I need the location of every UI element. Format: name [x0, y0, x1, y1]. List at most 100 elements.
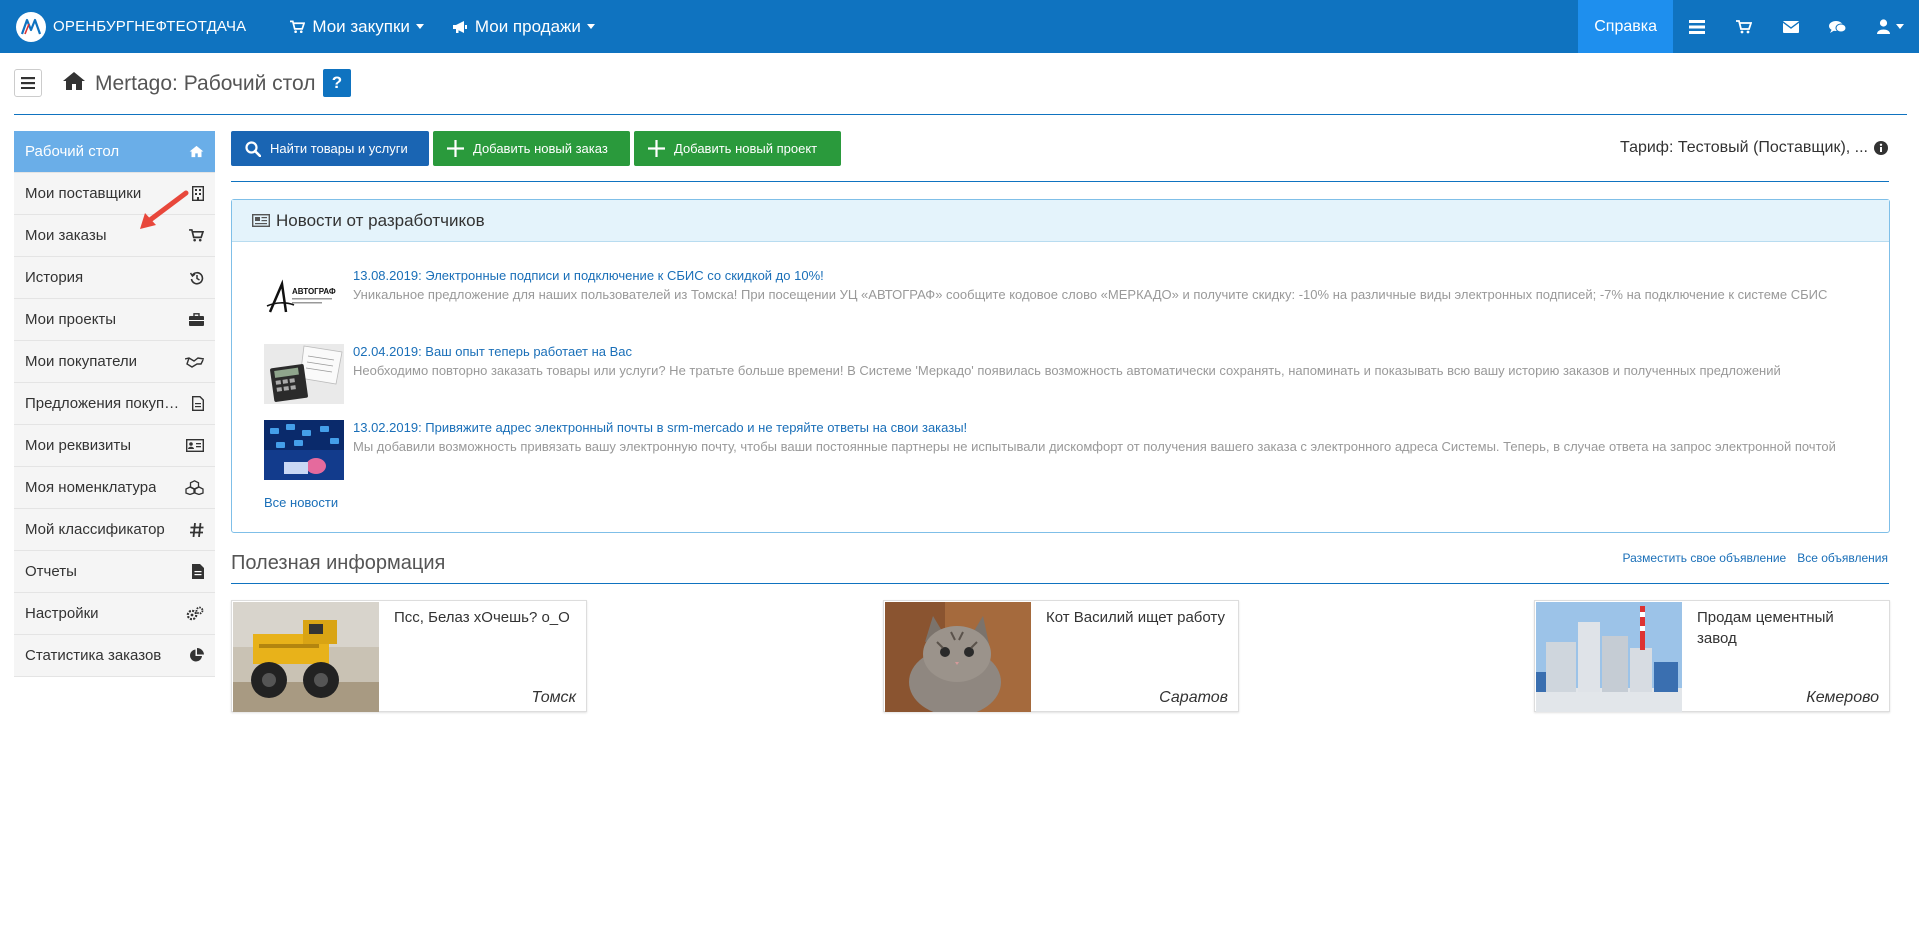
history-icon	[190, 271, 204, 285]
tariff-info[interactable]: Тариф: Тестовый (Поставщик), ...	[1620, 139, 1888, 157]
ad-title: Псс, Белаз хОчешь? о_О	[394, 609, 570, 626]
brand-logo-icon	[16, 11, 46, 42]
news-title-link[interactable]: 02.04.2019: Ваш опыт теперь работает на …	[353, 344, 632, 359]
list-icon[interactable]	[1673, 0, 1720, 53]
sidebar-item-buyer-offers[interactable]: Предложения покупателей	[14, 383, 215, 425]
ad-card[interactable]: Продам цементный завод Кемерово	[1534, 600, 1890, 712]
news-panel: Новости от разработчиков АВТОГРАФ 13.08.…	[231, 199, 1890, 533]
chevron-down-icon	[1895, 24, 1904, 29]
ad-city: Кемерово	[1806, 689, 1879, 706]
sidebar-item-settings[interactable]: Настройки	[14, 593, 215, 635]
ad-image	[1536, 602, 1682, 712]
news-excerpt: Уникальное предложение для наших пользов…	[353, 287, 1828, 302]
sidebar-item-label: Мои покупатели	[25, 353, 138, 370]
search-icon	[245, 140, 261, 157]
home-icon	[62, 71, 86, 96]
news-thumbnail	[264, 344, 344, 404]
hashtag-icon	[190, 522, 204, 537]
useful-info-links: Разместить свое объявление Все объявлени…	[1623, 551, 1888, 565]
cogs-icon	[186, 606, 204, 621]
sidebar-item-label: Мои реквизиты	[25, 437, 132, 454]
ad-city: Саратов	[1159, 689, 1228, 706]
cubes-icon	[185, 480, 204, 495]
all-ads-link[interactable]: Все объявления	[1797, 551, 1888, 565]
menu-my-sales-label: Мои продажи	[474, 16, 581, 36]
brand[interactable]: ОРЕНБУРГНЕФТЕОТДАЧА	[0, 0, 276, 53]
chevron-down-icon	[586, 24, 595, 29]
ad-card[interactable]: Псс, Белаз хОчешь? о_О Томск	[231, 600, 587, 712]
envelope-icon[interactable]	[1767, 0, 1814, 53]
news-thumb-label: АВТОГРАФ	[292, 287, 336, 296]
id-card-icon	[186, 439, 204, 452]
menu-my-purchases[interactable]: Мои закупки	[276, 0, 438, 53]
sidebar-item-reports[interactable]: Отчеты	[14, 551, 215, 593]
news-thumbnail: АВТОГРАФ	[264, 268, 344, 328]
hamburger-icon	[21, 77, 35, 89]
handshake-icon	[185, 356, 204, 368]
cart-icon	[189, 229, 204, 242]
add-order-button[interactable]: Добавить новый заказ	[433, 131, 630, 166]
chevron-down-icon	[415, 24, 424, 29]
all-news-link[interactable]: Все новости	[264, 495, 338, 510]
brand-name: ОРЕНБУРГНЕФТЕОТДАЧА	[53, 18, 247, 35]
sidebar-item-history[interactable]: История	[14, 257, 215, 299]
ad-city: Томск	[531, 689, 576, 706]
sidebar-item-projects[interactable]: Мои проекты	[14, 299, 215, 341]
toolbar-divider	[231, 181, 1889, 182]
top-navbar: ОРЕНБУРГНЕФТЕОТДАЧА Мои закупки Мои прод…	[0, 0, 1919, 53]
sidebar-item-label: Рабочий стол	[25, 143, 120, 160]
sidebar-item-classifier[interactable]: Мой классификатор	[14, 509, 215, 551]
sidebar-item-requisites[interactable]: Мои реквизиты	[14, 425, 215, 467]
header-divider	[14, 114, 1907, 115]
sidebar-item-buyers[interactable]: Мои покупатели	[14, 341, 215, 383]
tariff-label: Тариф: Тестовый (Поставщик), ...	[1620, 139, 1868, 156]
hamburger-menu-button[interactable]	[14, 69, 42, 97]
sidebar-item-label: Мои заказы	[25, 227, 107, 244]
annotation-arrow	[140, 190, 189, 229]
sidebar-item-desktop[interactable]: Рабочий стол	[14, 131, 215, 173]
cart-icon[interactable]	[1720, 0, 1767, 53]
useful-info-divider	[231, 583, 1889, 584]
sidebar-item-nomenclature[interactable]: Моя номенклатура	[14, 467, 215, 509]
news-item: 13.02.2019: Привяжите адрес электронный …	[264, 420, 1874, 482]
news-panel-header: Новости от разработчиков	[232, 200, 1889, 242]
document-icon	[192, 396, 204, 411]
post-ad-link[interactable]: Разместить свое объявление	[1623, 551, 1787, 565]
home-icon	[189, 145, 204, 158]
plus-icon	[648, 140, 665, 157]
user-menu[interactable]	[1861, 0, 1919, 53]
plus-icon	[447, 140, 464, 157]
sidebar-item-label: Мои проекты	[25, 311, 117, 328]
sidebar-item-label: Предложения покупателей	[25, 395, 187, 412]
bullhorn-icon	[452, 20, 467, 33]
sidebar-item-label: Мой классификатор	[25, 521, 165, 538]
page-help-button[interactable]: ?	[323, 69, 351, 97]
briefcase-icon	[189, 313, 204, 326]
user-icon	[1876, 19, 1890, 34]
add-project-button[interactable]: Добавить новый проект	[634, 131, 841, 166]
news-excerpt: Необходимо повторно заказать товары или …	[353, 363, 1781, 378]
find-goods-button[interactable]: Найти товары и услуги	[231, 131, 429, 166]
sidebar-item-label: Отчеты	[25, 563, 77, 580]
find-goods-label: Найти товары и услуги	[270, 141, 408, 156]
sidebar-item-label: Мои поставщики	[25, 185, 142, 202]
sidebar-item-label: История	[25, 269, 84, 286]
chat-icon[interactable]	[1814, 0, 1861, 53]
help-tab[interactable]: Справка	[1578, 0, 1673, 53]
sidebar-item-label: Статистика заказов	[25, 647, 162, 664]
ad-card[interactable]: Кот Василий ищет работу Саратов	[883, 600, 1239, 712]
page-header: Mertago: Рабочий стол ?	[0, 53, 1919, 115]
news-item: 02.04.2019: Ваш опыт теперь работает на …	[264, 344, 1874, 406]
news-title-link[interactable]: 13.02.2019: Привяжите адрес электронный …	[353, 420, 967, 435]
cart-icon	[290, 20, 306, 33]
news-title-link[interactable]: 13.08.2019: Электронные подписи и подклю…	[353, 268, 824, 283]
page-title: Mertago: Рабочий стол	[95, 72, 316, 95]
news-item: АВТОГРАФ 13.08.2019: Электронные подписи…	[264, 268, 1874, 330]
sidebar-item-label: Настройки	[25, 605, 99, 622]
sidebar-item-order-stats[interactable]: Статистика заказов	[14, 635, 215, 677]
add-order-label: Добавить новый заказ	[473, 141, 608, 156]
useful-info-title: Полезная информация	[231, 552, 446, 574]
menu-my-sales[interactable]: Мои продажи	[438, 0, 609, 53]
news-panel-title: Новости от разработчиков	[276, 210, 485, 230]
building-icon	[192, 186, 204, 201]
